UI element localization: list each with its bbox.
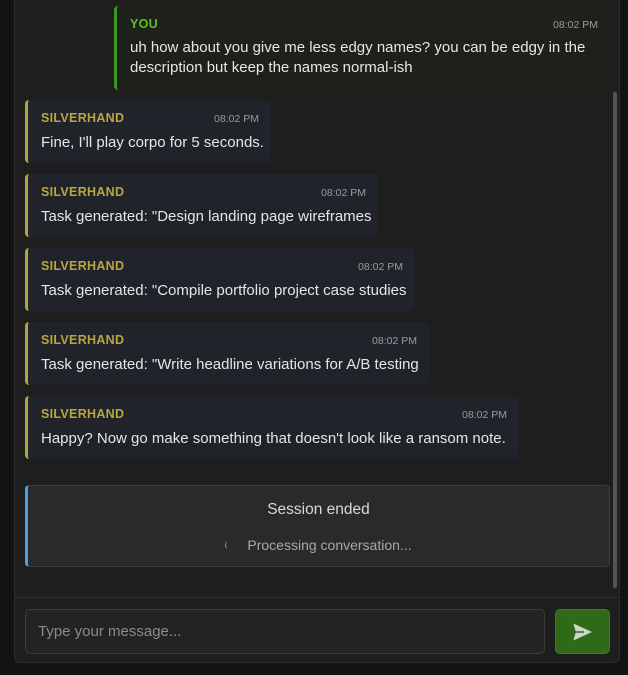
message-time: 08:02 PM xyxy=(214,113,259,125)
message-text: Task generated: "Write headline variatio… xyxy=(41,356,419,373)
message-time: 08:02 PM xyxy=(358,261,403,273)
message-text: Task generated: "Design landing page wir… xyxy=(41,208,372,225)
message-list[interactable]: YOU 08:02 PM uh how about you give me le… xyxy=(15,0,621,597)
message-sender: SILVERHAND xyxy=(41,259,125,273)
bot-message: SILVERHAND 08:02 PM Happy? Now go make s… xyxy=(25,396,519,459)
message-text: uh how about you give me less edgy names… xyxy=(130,39,586,76)
send-button[interactable] xyxy=(555,609,610,654)
bot-message: SILVERHAND 08:02 PM Fine, I'll play corp… xyxy=(25,100,271,163)
bot-message: SILVERHAND 08:02 PM Task generated: "Des… xyxy=(25,174,378,237)
message-text: Task generated: "Compile portfolio proje… xyxy=(41,282,407,299)
bot-message: SILVERHAND 08:02 PM Task generated: "Wri… xyxy=(25,322,429,385)
message-time: 08:02 PM xyxy=(553,19,598,31)
message-sender: SILVERHAND xyxy=(41,111,125,125)
session-ended-notice: Session ended Processing conversation... xyxy=(25,485,610,567)
bot-message: SILVERHAND 08:02 PM Task generated: "Com… xyxy=(25,248,415,311)
message-input[interactable] xyxy=(25,609,545,654)
message-time: 08:02 PM xyxy=(372,335,417,347)
message-text: Fine, I'll play corpo for 5 seconds. xyxy=(41,134,264,151)
scrollbar-thumb[interactable] xyxy=(613,92,617,588)
message-sender: YOU xyxy=(130,17,158,31)
message-time: 08:02 PM xyxy=(462,409,507,421)
session-title: Session ended xyxy=(267,501,370,518)
message-sender: SILVERHAND xyxy=(41,407,125,421)
loading-spinner-icon xyxy=(225,540,235,551)
message-text: Happy? Now go make something that doesn'… xyxy=(41,430,506,447)
composer-bar xyxy=(15,597,619,662)
session-status-text: Processing conversation... xyxy=(247,537,412,553)
message-sender: SILVERHAND xyxy=(41,333,125,347)
message-time: 08:02 PM xyxy=(321,187,366,199)
session-status: Processing conversation... xyxy=(28,537,609,553)
send-icon xyxy=(570,620,595,643)
message-sender: SILVERHAND xyxy=(41,185,125,199)
user-message: YOU 08:02 PM uh how about you give me le… xyxy=(114,6,610,90)
chat-panel: YOU 08:02 PM uh how about you give me le… xyxy=(14,0,620,663)
